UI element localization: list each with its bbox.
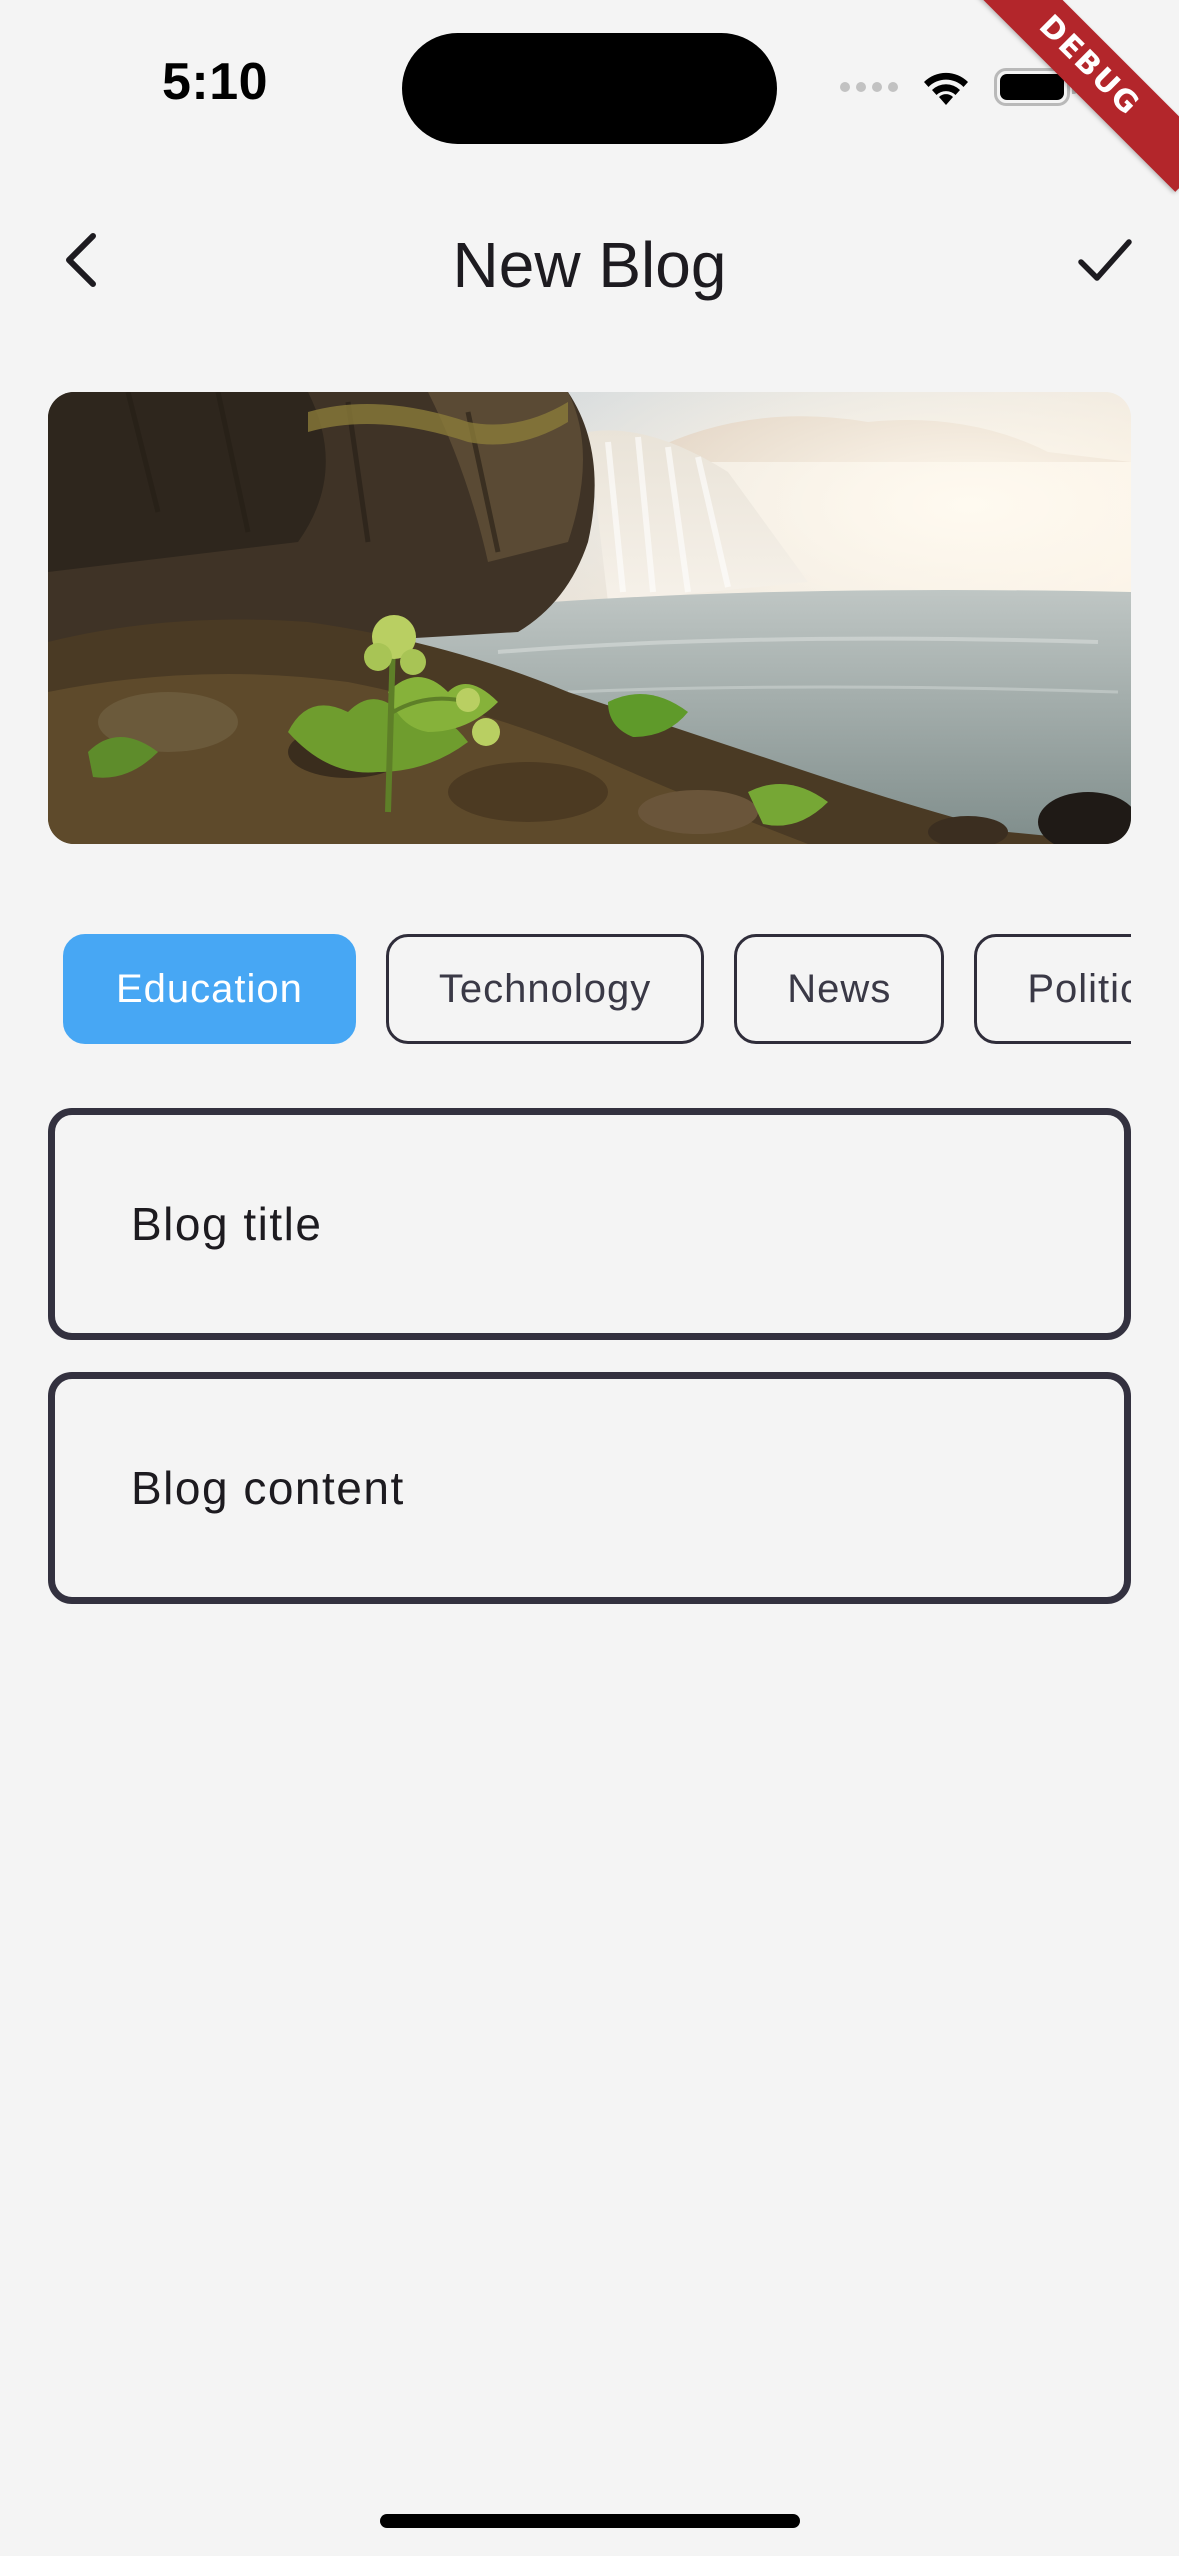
new-blog-screen: 5:10 DEBUG New Blog Education Technology… — [0, 0, 1179, 2556]
category-chip-list[interactable]: Education Technology News Politics — [48, 930, 1131, 1048]
category-chip-education[interactable]: Education — [63, 934, 356, 1044]
blog-content-input[interactable]: Blog content — [48, 1372, 1131, 1604]
status-icons — [840, 62, 1077, 112]
wifi-icon — [924, 72, 968, 105]
category-chip-technology[interactable]: Technology — [385, 934, 705, 1044]
category-chip-politics[interactable]: Politics — [974, 934, 1131, 1044]
check-icon — [1078, 239, 1132, 281]
blog-title-input[interactable]: Blog title — [48, 1108, 1131, 1340]
dynamic-island — [402, 33, 777, 144]
confirm-button[interactable] — [1060, 215, 1150, 305]
status-time: 5:10 — [161, 53, 269, 111]
category-chip-news[interactable]: News — [734, 934, 945, 1044]
home-indicator[interactable] — [380, 2514, 800, 2528]
cellular-signal-icon — [840, 82, 898, 92]
blog-cover-image[interactable] — [48, 392, 1131, 844]
app-bar: New Blog — [0, 190, 1179, 330]
waterfall-landscape-photo — [48, 392, 1131, 844]
page-title: New Blog — [452, 229, 727, 301]
